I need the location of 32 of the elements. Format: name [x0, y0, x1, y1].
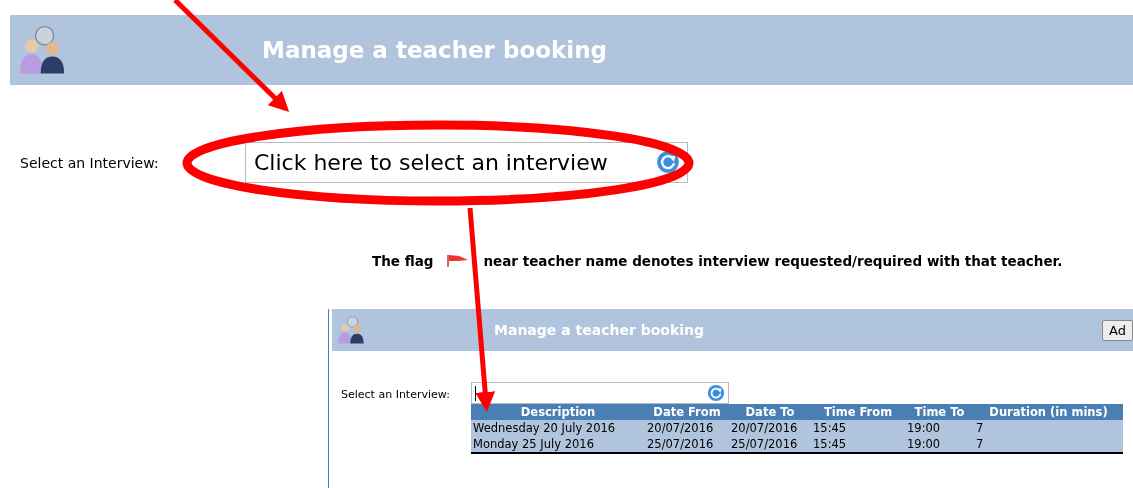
- page-title: Manage a teacher booking: [262, 37, 608, 63]
- table-cell[interactable]: Wednesday 20 July 2016: [471, 420, 645, 436]
- people-icon: [336, 315, 366, 345]
- column-header: Time From: [811, 404, 905, 420]
- table-cell[interactable]: 25/07/2016: [729, 436, 811, 453]
- flag-note-text: The flag: [372, 253, 434, 269]
- table-cell[interactable]: 20/07/2016: [729, 420, 811, 436]
- column-header: Date To: [729, 404, 811, 420]
- column-header: Time To: [905, 404, 974, 420]
- column-header: Date From: [645, 404, 729, 420]
- flag-icon: [447, 254, 470, 268]
- table-cell[interactable]: 19:00: [905, 420, 974, 436]
- flag-note-text: near teacher name denotes interview requested/required with that teacher.: [483, 253, 1063, 269]
- column-header: Description: [471, 404, 645, 420]
- text-cursor: [475, 385, 476, 401]
- column-header: Duration (in mins): [974, 404, 1123, 420]
- table-cell[interactable]: 15:45: [811, 436, 905, 453]
- refresh-icon[interactable]: [656, 150, 680, 174]
- table-cell[interactable]: 15:45: [811, 420, 905, 436]
- refresh-icon[interactable]: [707, 384, 725, 402]
- field-label: Select an Interview:: [20, 154, 160, 171]
- interview-select-field[interactable]: Click here to select an interview: [245, 142, 688, 183]
- field-label: Select an Interview:: [341, 388, 451, 401]
- table-cell[interactable]: 7: [974, 436, 1123, 453]
- table-cell[interactable]: 19:00: [905, 436, 974, 453]
- interview-select-field[interactable]: [471, 382, 729, 404]
- table-cell[interactable]: 7: [974, 420, 1123, 436]
- add-button[interactable]: Ad: [1102, 319, 1133, 341]
- table-cell[interactable]: 20/07/2016: [645, 420, 729, 436]
- page-title: Manage a teacher booking: [494, 322, 705, 338]
- table-cell[interactable]: Monday 25 July 2016: [471, 436, 645, 453]
- table-cell[interactable]: 25/07/2016: [645, 436, 729, 453]
